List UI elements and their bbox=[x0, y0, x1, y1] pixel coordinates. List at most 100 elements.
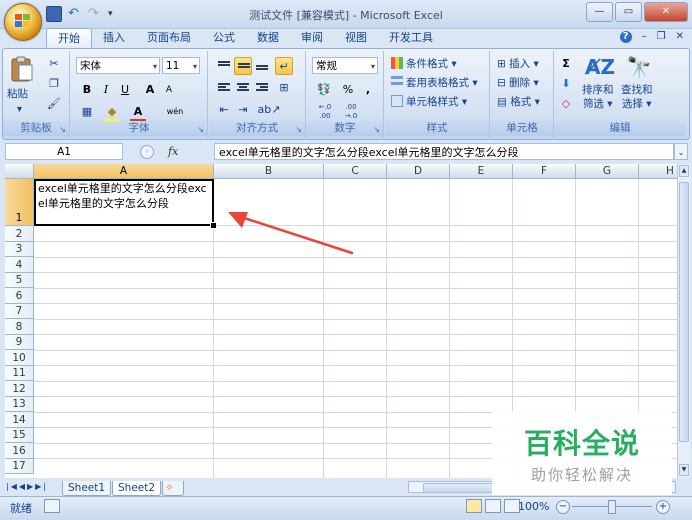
find-select-button[interactable]: 查找和 选择 ▾ bbox=[621, 83, 653, 110]
tab-insert[interactable]: 插入 bbox=[92, 28, 136, 48]
clear-icon[interactable]: ◇ bbox=[557, 95, 575, 113]
row-header-2[interactable]: 2 bbox=[5, 226, 34, 242]
tab-home[interactable]: 开始 bbox=[46, 28, 92, 49]
macro-record-icon[interactable] bbox=[44, 499, 60, 513]
copy-icon[interactable]: ❐ bbox=[45, 75, 63, 93]
row-header-1[interactable]: 1 bbox=[5, 179, 34, 226]
tab-data[interactable]: 数据 bbox=[246, 28, 290, 48]
normal-view-icon[interactable] bbox=[466, 499, 482, 513]
bold-button[interactable]: B bbox=[78, 81, 96, 99]
paste-icon[interactable] bbox=[9, 55, 35, 83]
ribbon-minimize-button[interactable]: – bbox=[642, 31, 647, 43]
row-header-14[interactable]: 14 bbox=[5, 412, 34, 428]
cell-a1[interactable]: excel单元格里的文字怎么分段excel单元格里的文字怎么分段 bbox=[34, 179, 214, 226]
ribbon-close-button[interactable]: ✕ bbox=[676, 31, 684, 43]
expand-formula-bar-icon[interactable]: ⌄ bbox=[674, 143, 688, 160]
align-top-icon[interactable] bbox=[215, 57, 233, 75]
percent-button[interactable]: % bbox=[339, 81, 357, 99]
column-header-a[interactable]: A bbox=[34, 164, 214, 179]
align-center-icon[interactable] bbox=[234, 79, 252, 97]
column-header-d[interactable]: D bbox=[387, 164, 450, 179]
zoom-level[interactable]: 100% bbox=[518, 500, 549, 513]
vertical-scrollbar[interactable]: ▲ ▼ bbox=[677, 164, 690, 478]
row-header-11[interactable]: 11 bbox=[5, 365, 34, 381]
orientation-icon[interactable]: ab↗ bbox=[257, 101, 281, 119]
increase-decimal-button[interactable]: ←.0 .00 bbox=[313, 103, 337, 121]
column-header-e[interactable]: E bbox=[450, 164, 513, 179]
column-header-f[interactable]: F bbox=[513, 164, 576, 179]
horizontal-scroll-thumb[interactable] bbox=[423, 483, 495, 493]
increase-indent-icon[interactable]: ⇥ bbox=[234, 101, 252, 119]
maximize-button[interactable]: ▭ bbox=[615, 2, 642, 22]
align-right-icon[interactable] bbox=[253, 79, 271, 97]
comma-button[interactable]: , bbox=[359, 81, 377, 99]
column-header-g[interactable]: G bbox=[576, 164, 639, 179]
office-button[interactable] bbox=[4, 3, 42, 41]
row-header-3[interactable]: 3 bbox=[5, 241, 34, 257]
align-bottom-icon[interactable] bbox=[253, 57, 271, 75]
insert-function-button[interactable]: fx bbox=[168, 145, 178, 158]
row-header-12[interactable]: 12 bbox=[5, 381, 34, 397]
sheet-nav-arrows-icon[interactable]: |◀◀▶▶| bbox=[6, 482, 48, 491]
scroll-up-icon[interactable]: ▲ bbox=[679, 165, 689, 177]
vertical-scroll-thumb[interactable] bbox=[679, 182, 689, 442]
paste-dropdown-icon[interactable]: ▾ bbox=[17, 101, 22, 119]
row-header-17[interactable]: 17 bbox=[5, 458, 34, 474]
tab-page-layout[interactable]: 页面布局 bbox=[136, 28, 202, 48]
wrap-text-icon[interactable]: ↵ bbox=[275, 57, 293, 75]
close-button[interactable]: ✕ bbox=[644, 2, 688, 22]
column-header-h[interactable]: H bbox=[639, 164, 677, 179]
cut-icon[interactable]: ✂ bbox=[45, 55, 63, 73]
merge-center-icon[interactable]: ⊞ bbox=[275, 79, 293, 97]
decrease-decimal-button[interactable]: .00 →.0 bbox=[339, 103, 363, 121]
font-size-select[interactable]: 11 ▾ bbox=[162, 57, 200, 74]
number-format-select[interactable]: 常规 ▾ bbox=[312, 57, 378, 74]
row-header-6[interactable]: 6 bbox=[5, 288, 34, 304]
format-cells-button[interactable]: ▤ 格式 ▾ bbox=[497, 93, 540, 111]
sort-filter-icon[interactable]: ȺZ bbox=[585, 55, 615, 83]
help-icon[interactable]: ? bbox=[619, 31, 632, 43]
sort-filter-button[interactable]: 排序和 筛选 ▾ bbox=[582, 83, 614, 110]
insert-sheet-icon[interactable]: ✧ bbox=[162, 481, 184, 496]
tab-review[interactable]: 审阅 bbox=[290, 28, 334, 48]
autosum-button[interactable]: Σ bbox=[557, 55, 575, 73]
alignment-launcher-icon[interactable]: ↘ bbox=[295, 125, 302, 134]
currency-icon[interactable]: 💱 bbox=[313, 81, 335, 99]
ribbon-restore-button[interactable]: ❐ bbox=[657, 31, 666, 43]
tab-formulas[interactable]: 公式 bbox=[202, 28, 246, 48]
row-header-13[interactable]: 13 bbox=[5, 396, 34, 412]
decrease-indent-icon[interactable]: ⇤ bbox=[215, 101, 233, 119]
italic-button[interactable]: I bbox=[97, 81, 115, 99]
name-box[interactable]: A1 bbox=[5, 143, 123, 160]
sheet-tab-1[interactable]: Sheet1 bbox=[62, 481, 112, 496]
font-name-select[interactable]: 宋体 ▾ bbox=[76, 57, 160, 74]
delete-cells-button[interactable]: ⊟ 删除 ▾ bbox=[497, 74, 539, 92]
row-header-7[interactable]: 7 bbox=[5, 303, 34, 319]
minimize-button[interactable]: — bbox=[586, 2, 613, 22]
cell-styles-button[interactable]: 单元格样式 ▾ bbox=[391, 93, 467, 111]
scroll-down-icon[interactable]: ▼ bbox=[679, 464, 689, 476]
row-header-4[interactable]: 4 bbox=[5, 257, 34, 273]
row-header-9[interactable]: 9 bbox=[5, 334, 34, 350]
row-header-15[interactable]: 15 bbox=[5, 427, 34, 443]
format-painter-icon[interactable]: 🖌 bbox=[45, 95, 63, 113]
align-left-icon[interactable] bbox=[215, 79, 233, 97]
insert-cells-button[interactable]: ⊞ 插入 ▾ bbox=[497, 55, 539, 73]
tab-developer[interactable]: 开发工具 bbox=[378, 28, 444, 48]
column-header-c[interactable]: C bbox=[324, 164, 387, 179]
select-all-corner[interactable] bbox=[5, 164, 34, 179]
clipboard-launcher-icon[interactable]: ↘ bbox=[59, 125, 66, 134]
grow-font-button[interactable]: A bbox=[141, 81, 159, 99]
cancel-formula-icon[interactable]: ◦ bbox=[140, 144, 154, 159]
border-icon[interactable]: ▦ bbox=[78, 103, 96, 121]
row-header-8[interactable]: 8 bbox=[5, 319, 34, 335]
conditional-format-button[interactable]: 条件格式 ▾ bbox=[391, 55, 457, 73]
sheet-tab-2[interactable]: Sheet2 bbox=[112, 481, 162, 496]
find-select-icon[interactable]: 🔭 bbox=[625, 55, 653, 83]
zoom-out-icon[interactable]: − bbox=[556, 500, 570, 514]
number-launcher-icon[interactable]: ↘ bbox=[373, 125, 380, 134]
align-middle-icon[interactable] bbox=[234, 57, 252, 75]
shrink-font-button[interactable]: A bbox=[160, 81, 178, 99]
formula-input[interactable]: excel单元格里的文字怎么分段excel单元格里的文字怎么分段 bbox=[214, 143, 674, 160]
row-header-10[interactable]: 10 bbox=[5, 350, 34, 366]
